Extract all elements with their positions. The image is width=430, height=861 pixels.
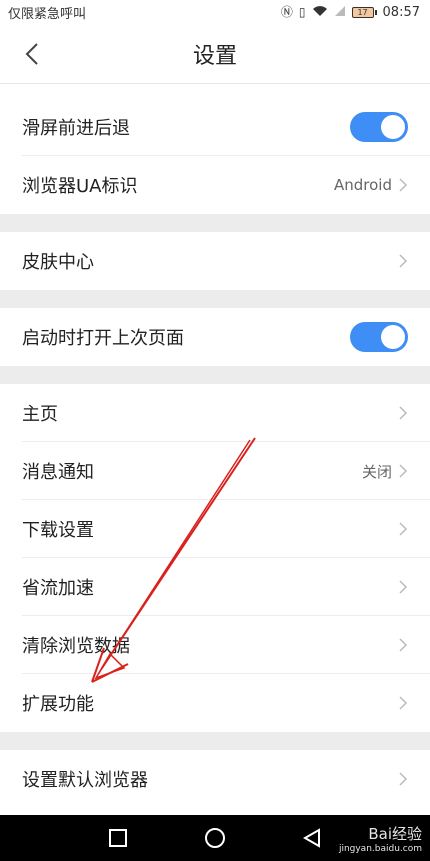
setting-homepage[interactable]: 主页 (0, 384, 430, 442)
chevron-right-icon (399, 254, 408, 268)
setting-label: 启动时打开上次页面 (22, 328, 184, 349)
section-divider (0, 214, 430, 232)
setting-label: 滑屏前进后退 (22, 118, 130, 139)
setting-label: 主页 (22, 404, 58, 425)
setting-label: 消息通知 (22, 462, 94, 483)
setting-label: 下载设置 (22, 520, 94, 541)
setting-default-browser[interactable]: 设置默认浏览器 (0, 750, 430, 808)
nfc-icon: Ⓝ (280, 5, 293, 19)
recents-button[interactable] (103, 823, 133, 853)
settings-list: 滑屏前进后退 浏览器UA标识 Android 皮肤中心 启动时打开上次页面 主页… (0, 84, 430, 808)
restore-session-toggle[interactable] (350, 322, 408, 352)
chevron-right-icon (399, 772, 408, 786)
notifications-value: 关闭 (361, 462, 392, 481)
setting-skin[interactable]: 皮肤中心 (0, 232, 430, 290)
back-button[interactable] (16, 38, 48, 70)
ua-value: Android (334, 176, 392, 194)
chevron-right-icon (399, 522, 408, 536)
setting-swipe-nav[interactable]: 滑屏前进后退 (0, 98, 430, 156)
setting-clear-data[interactable]: 清除浏览数据 (0, 616, 430, 674)
chevron-right-icon (399, 638, 408, 652)
setting-data-saver[interactable]: 省流加速 (0, 558, 430, 616)
watermark-brand: Bai经验 (368, 824, 422, 843)
status-icons: Ⓝ ▯ 17 08:57 (281, 5, 420, 20)
setting-label: 浏览器UA标识 (22, 176, 138, 197)
triangle-back-icon (302, 828, 320, 848)
setting-label: 省流加速 (22, 578, 94, 599)
clock: 08:57 (382, 4, 420, 20)
section-divider (0, 290, 430, 308)
section-divider (0, 366, 430, 384)
setting-restore-session[interactable]: 启动时打开上次页面 (0, 308, 430, 366)
setting-ua[interactable]: 浏览器UA标识 Android (0, 156, 430, 214)
battery-level: 17 (351, 6, 374, 18)
signal-icon (334, 5, 346, 19)
status-bar: 仅限紧急呼叫 Ⓝ ▯ 17 08:57 (0, 0, 430, 24)
setting-notifications[interactable]: 消息通知 关闭 (0, 442, 430, 500)
page-title: 设置 (192, 43, 237, 69)
home-button[interactable] (200, 823, 230, 853)
chevron-right-icon (399, 178, 408, 192)
setting-label: 设置默认浏览器 (22, 770, 148, 791)
circle-icon (204, 828, 225, 848)
chevron-right-icon (399, 696, 408, 710)
setting-label: 扩展功能 (22, 694, 94, 715)
battery-icon: 17 (351, 6, 377, 18)
wifi-icon (312, 5, 328, 19)
carrier-text: 仅限紧急呼叫 (8, 6, 87, 22)
setting-download[interactable]: 下载设置 (0, 500, 430, 558)
setting-label: 皮肤中心 (22, 252, 94, 273)
title-bar: 设置 (0, 24, 430, 84)
setting-extensions[interactable]: 扩展功能 (0, 674, 430, 732)
chevron-left-icon (25, 43, 38, 65)
vibrate-icon: ▯ (298, 5, 306, 19)
square-icon (109, 829, 128, 847)
back-nav-button[interactable] (297, 823, 327, 853)
watermark: Bai经验 jingyan.baidu.com (339, 815, 422, 861)
setting-label: 清除浏览数据 (22, 636, 130, 657)
section-divider (0, 732, 430, 750)
swipe-nav-toggle[interactable] (350, 112, 408, 142)
chevron-right-icon (399, 464, 408, 478)
chevron-right-icon (399, 406, 408, 420)
chevron-right-icon (399, 580, 408, 594)
watermark-url: jingyan.baidu.com (338, 843, 422, 854)
